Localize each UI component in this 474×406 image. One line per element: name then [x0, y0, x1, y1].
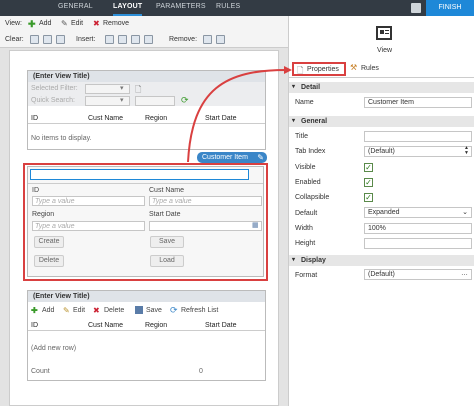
callout-arrow [187, 66, 292, 163]
